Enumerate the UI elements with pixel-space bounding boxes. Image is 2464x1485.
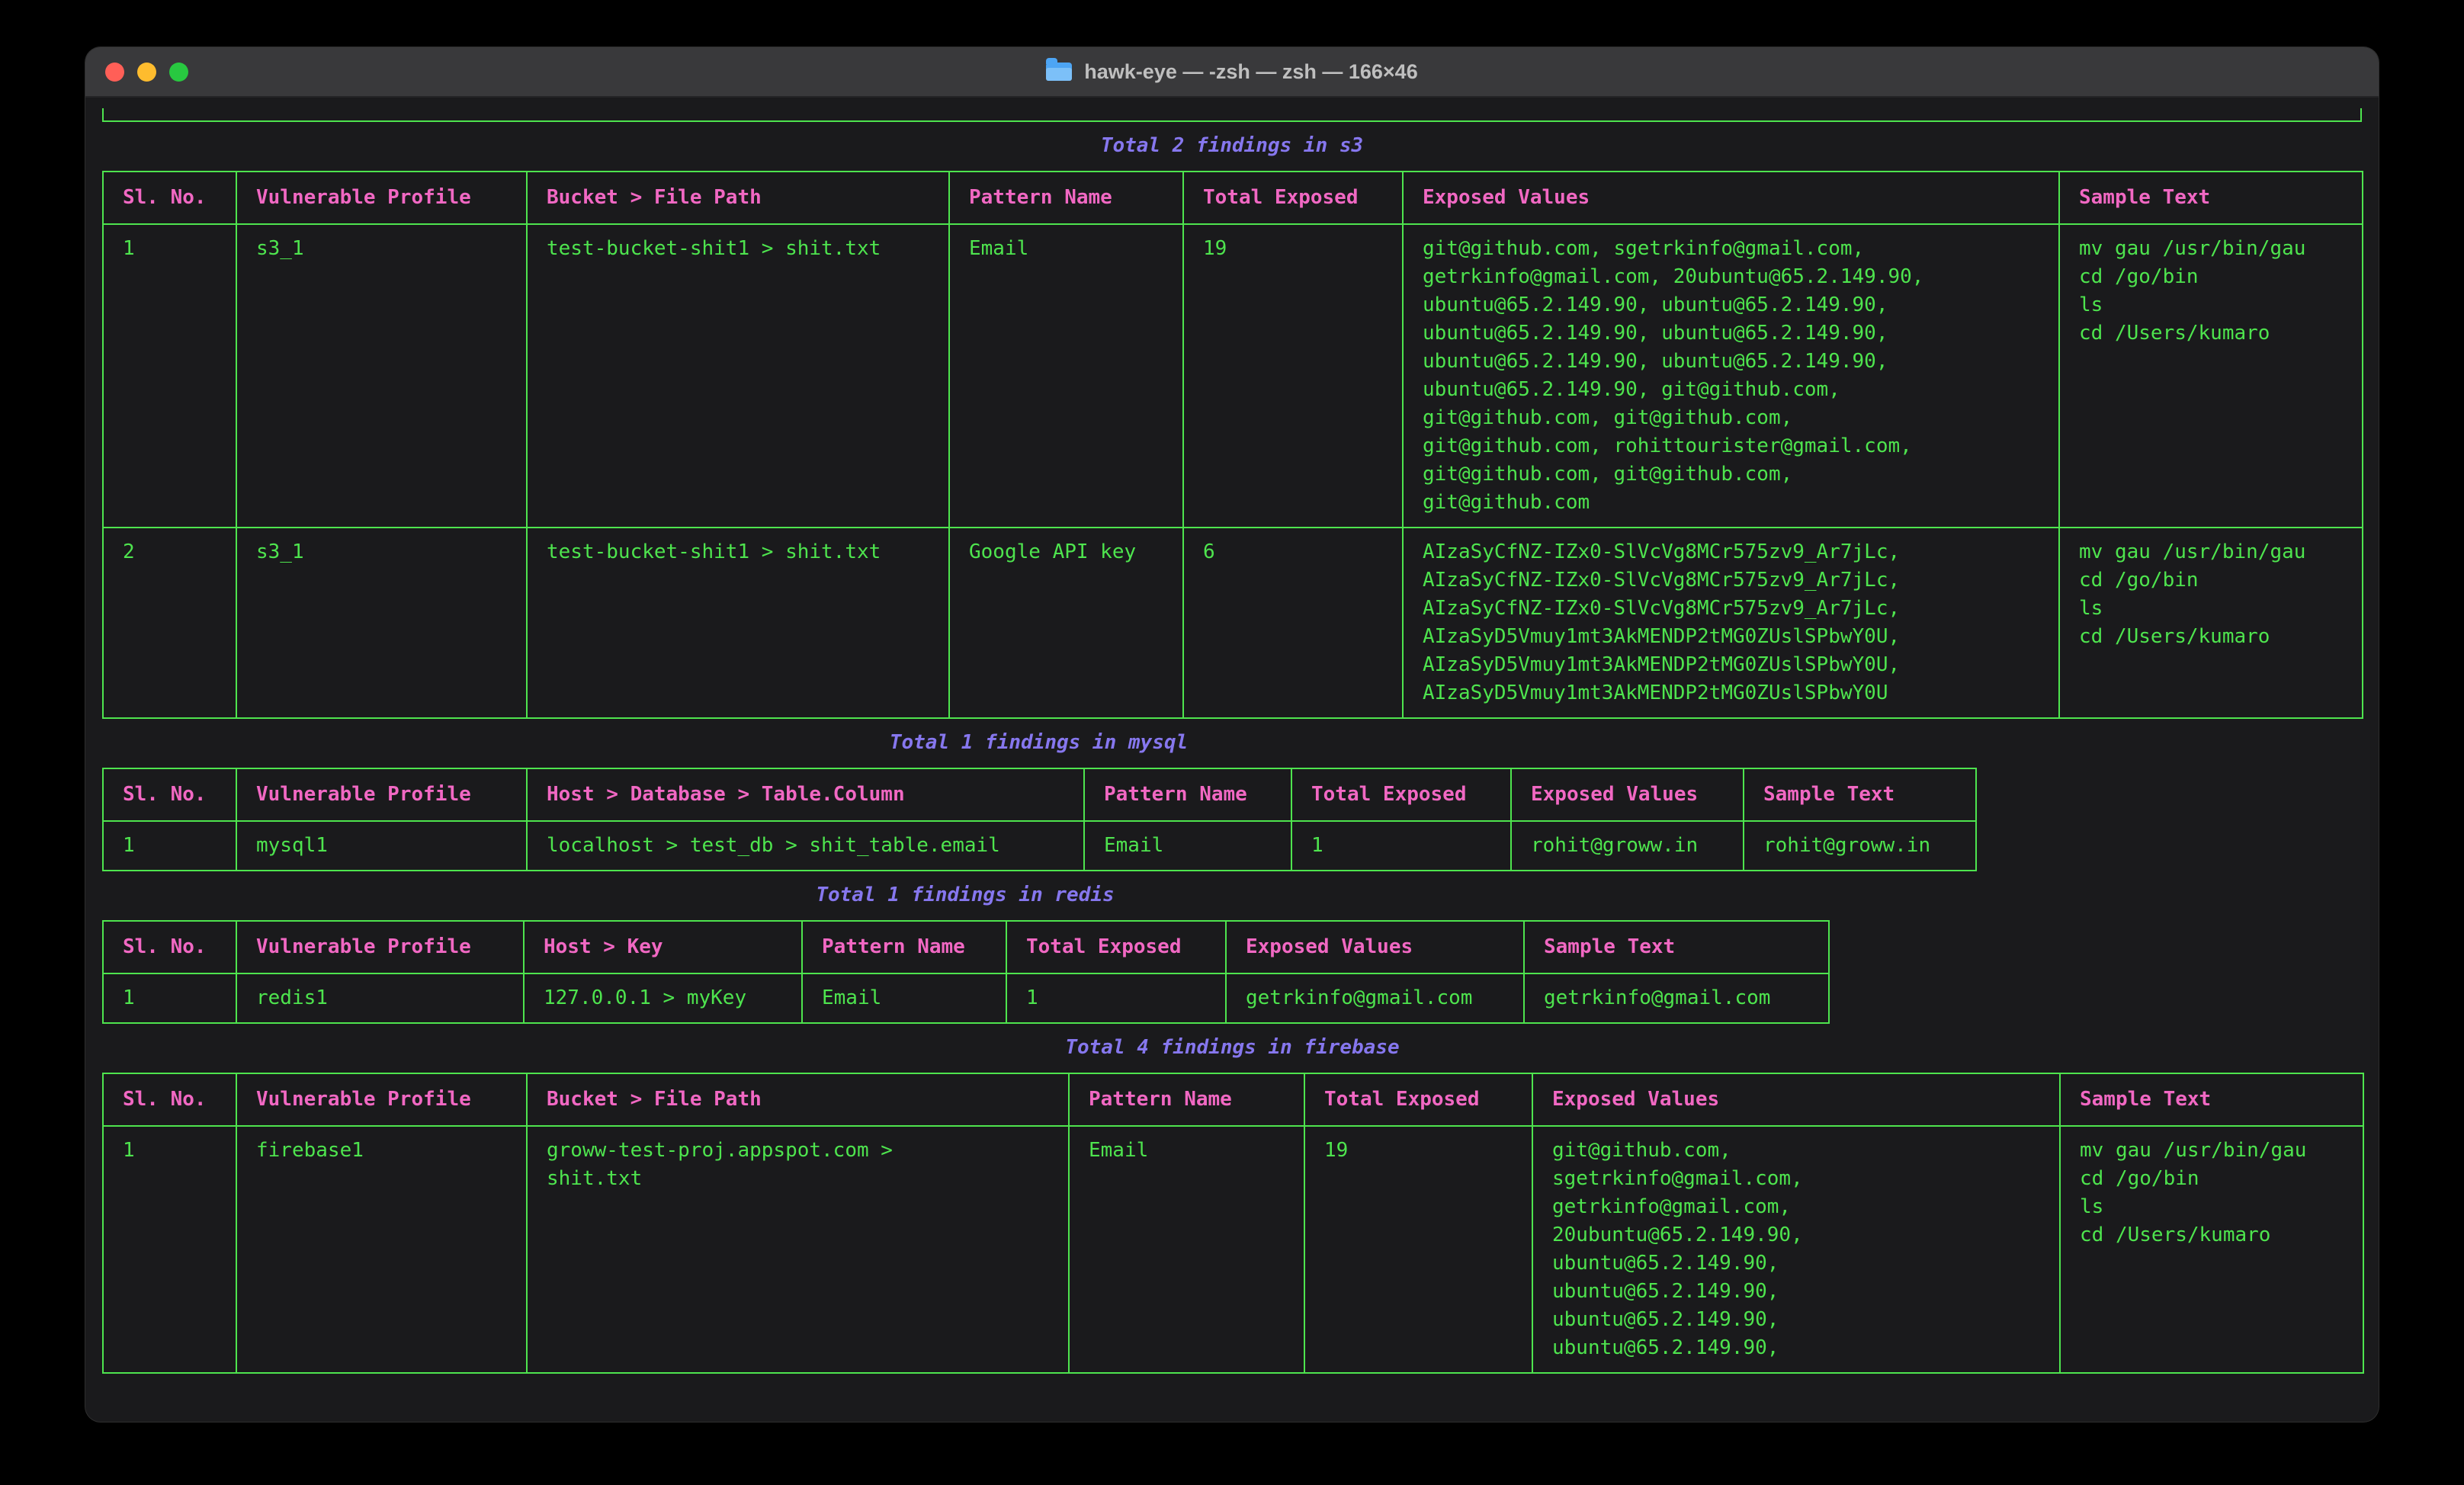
findings-section-s3: Total 2 findings in s3 Sl. No.Vulnerable…	[102, 132, 2362, 719]
window-title: hawk-eye — -zsh — zsh — 166×46	[1046, 60, 1417, 84]
column-header: Vulnerable Profile	[236, 172, 527, 224]
findings-table-redis: Sl. No.Vulnerable ProfileHost > KeyPatte…	[102, 920, 1830, 1024]
table-cell: test-bucket-shit1 > shit.txt	[527, 224, 949, 528]
findings-table-mysql: Sl. No.Vulnerable ProfileHost > Database…	[102, 768, 1977, 871]
table-row: 1mysql1localhost > test_db > shit_table.…	[103, 821, 1976, 871]
table-cell: 1	[1291, 821, 1511, 871]
column-header: Sl. No.	[103, 768, 236, 821]
terminal-window: hawk-eye — -zsh — zsh — 166×46 Total 2 f…	[85, 47, 2379, 1422]
table-cell: git@github.com, sgetrkinfo@gmail.com, ge…	[1403, 224, 2059, 528]
folder-icon	[1046, 63, 1072, 81]
column-header: Vulnerable Profile	[236, 768, 527, 821]
table-cell: test-bucket-shit1 > shit.txt	[527, 528, 949, 718]
table-cell: 19	[1183, 224, 1403, 528]
findings-section-firebase: Total 4 findings in firebase Sl. No.Vuln…	[102, 1034, 2363, 1374]
table-cell: mv gau /usr/bin/gau cd /go/bin ls cd /Us…	[2059, 528, 2363, 718]
column-header: Host > Key	[524, 921, 802, 973]
table-cell: Email	[1084, 821, 1291, 871]
table-cell: mv gau /usr/bin/gau cd /go/bin ls cd /Us…	[2060, 1126, 2363, 1373]
table-cell: 2	[103, 528, 236, 718]
table-cell: firebase1	[236, 1126, 527, 1373]
close-button[interactable]	[105, 63, 124, 82]
header-row: Sl. No.Vulnerable ProfileHost > KeyPatte…	[103, 921, 1829, 973]
table-row: 1redis1127.0.0.1 > myKeyEmail1getrkinfo@…	[103, 973, 1829, 1023]
section-title: Total 1 findings in mysql	[102, 729, 1975, 757]
table-cell: rohit@groww.in	[1744, 821, 1976, 871]
header-row: Sl. No.Vulnerable ProfileBucket > File P…	[103, 1073, 2363, 1126]
table-cell: redis1	[236, 973, 524, 1023]
findings-section-mysql: Total 1 findings in mysql Sl. No.Vulnera…	[102, 729, 1975, 871]
header-row: Sl. No.Vulnerable ProfileBucket > File P…	[103, 172, 2363, 224]
column-header: Sample Text	[1524, 921, 1829, 973]
section-title: Total 1 findings in redis	[102, 881, 1828, 909]
column-header: Bucket > File Path	[527, 1073, 1069, 1126]
traffic-lights	[105, 47, 188, 96]
column-header: Sl. No.	[103, 1073, 236, 1126]
findings-table-s3: Sl. No.Vulnerable ProfileBucket > File P…	[102, 171, 2363, 719]
header-row: Sl. No.Vulnerable ProfileHost > Database…	[103, 768, 1976, 821]
table-cell: 1	[103, 224, 236, 528]
table-cell: mysql1	[236, 821, 527, 871]
previous-table-bottom-edge	[102, 108, 2362, 122]
table-cell: 1	[1006, 973, 1226, 1023]
table-cell: 127.0.0.1 > myKey	[524, 973, 802, 1023]
window-title-text: hawk-eye — -zsh — zsh — 166×46	[1084, 60, 1417, 84]
minimize-button[interactable]	[137, 63, 156, 82]
column-header: Exposed Values	[1511, 768, 1744, 821]
table-cell: 1	[103, 1126, 236, 1373]
table-cell: getrkinfo@gmail.com	[1226, 973, 1524, 1023]
column-header: Pattern Name	[949, 172, 1183, 224]
column-header: Exposed Values	[1532, 1073, 2060, 1126]
table-cell: AIzaSyCfNZ-IZx0-SlVcVg8MCr575zv9_Ar7jLc,…	[1403, 528, 2059, 718]
table-row: 1firebase1groww-test-proj.appspot.com > …	[103, 1126, 2363, 1373]
table-row: 1s3_1test-bucket-shit1 > shit.txtEmail19…	[103, 224, 2363, 528]
table-cell: 6	[1183, 528, 1403, 718]
column-header: Sample Text	[2059, 172, 2363, 224]
table-cell: git@github.com, sgetrkinfo@gmail.com, ge…	[1532, 1126, 2060, 1373]
table-cell: Email	[802, 973, 1006, 1023]
titlebar[interactable]: hawk-eye — -zsh — zsh — 166×46	[85, 47, 2379, 98]
table-cell: Email	[1069, 1126, 1304, 1373]
table-row: 2s3_1test-bucket-shit1 > shit.txtGoogle …	[103, 528, 2363, 718]
column-header: Sl. No.	[103, 921, 236, 973]
terminal-content[interactable]: Total 2 findings in s3 Sl. No.Vulnerable…	[85, 99, 2379, 1422]
table-cell: 19	[1304, 1126, 1532, 1373]
column-header: Sl. No.	[103, 172, 236, 224]
column-header: Total Exposed	[1304, 1073, 1532, 1126]
table-cell: Email	[949, 224, 1183, 528]
table-cell: s3_1	[236, 528, 527, 718]
column-header: Total Exposed	[1006, 921, 1226, 973]
table-cell: Google API key	[949, 528, 1183, 718]
table-cell: s3_1	[236, 224, 527, 528]
findings-section-redis: Total 1 findings in redis Sl. No.Vulnera…	[102, 881, 1828, 1024]
column-header: Sample Text	[2060, 1073, 2363, 1126]
column-header: Total Exposed	[1183, 172, 1403, 224]
column-header: Pattern Name	[1069, 1073, 1304, 1126]
column-header: Exposed Values	[1226, 921, 1524, 973]
section-title: Total 4 findings in firebase	[102, 1034, 2363, 1062]
findings-table-firebase: Sl. No.Vulnerable ProfileBucket > File P…	[102, 1073, 2364, 1374]
column-header: Total Exposed	[1291, 768, 1511, 821]
section-title: Total 2 findings in s3	[102, 132, 2362, 160]
table-cell: localhost > test_db > shit_table.email	[527, 821, 1084, 871]
table-cell: 1	[103, 973, 236, 1023]
column-header: Vulnerable Profile	[236, 1073, 527, 1126]
table-cell: getrkinfo@gmail.com	[1524, 973, 1829, 1023]
column-header: Vulnerable Profile	[236, 921, 524, 973]
table-cell: groww-test-proj.appspot.com > shit.txt	[527, 1126, 1069, 1373]
table-cell: rohit@groww.in	[1511, 821, 1744, 871]
column-header: Host > Database > Table.Column	[527, 768, 1084, 821]
column-header: Sample Text	[1744, 768, 1976, 821]
column-header: Pattern Name	[802, 921, 1006, 973]
table-cell: mv gau /usr/bin/gau cd /go/bin ls cd /Us…	[2059, 224, 2363, 528]
column-header: Exposed Values	[1403, 172, 2059, 224]
column-header: Bucket > File Path	[527, 172, 949, 224]
column-header: Pattern Name	[1084, 768, 1291, 821]
zoom-button[interactable]	[169, 63, 188, 82]
table-cell: 1	[103, 821, 236, 871]
